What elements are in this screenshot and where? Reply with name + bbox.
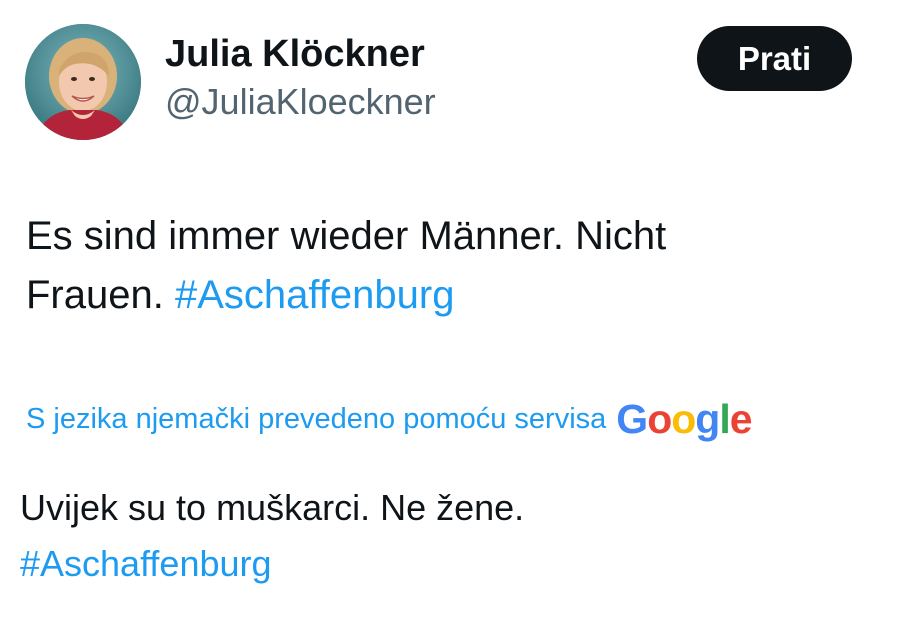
hashtag-link[interactable]: #Aschaffenburg — [175, 273, 454, 317]
translated-hashtag-link[interactable]: #Aschaffenburg — [20, 536, 880, 592]
avatar[interactable] — [25, 24, 141, 140]
translated-text-line: Uvijek su to muškarci. Ne žene. — [20, 487, 525, 528]
tweet-card: Julia Klöckner @JuliaKloeckner Prati Es … — [0, 0, 900, 625]
translation-note[interactable]: S jezika njemački prevedeno pomoću servi… — [26, 395, 606, 443]
tweet-text: Es sind immer wieder Männer. Nicht Fraue… — [26, 207, 866, 325]
display-name[interactable]: Julia Klöckner — [165, 30, 436, 78]
tweet-text-segment: Frauen. — [26, 273, 164, 317]
tweet-text-line: Frauen. #Aschaffenburg — [26, 266, 866, 325]
author-block: Julia Klöckner @JuliaKloeckner — [165, 30, 436, 126]
google-logo: Google — [616, 396, 752, 442]
tweet-text-line: Es sind immer wieder Männer. Nicht — [26, 214, 667, 258]
follow-button[interactable]: Prati — [697, 26, 852, 91]
profile-photo-icon — [25, 24, 141, 140]
user-handle[interactable]: @JuliaKloeckner — [165, 78, 436, 126]
translation-attribution[interactable]: S jezika njemački prevedeno pomoću servi… — [26, 395, 886, 443]
translated-text: Uvijek su to muškarci. Ne žene. #Aschaff… — [20, 480, 880, 592]
